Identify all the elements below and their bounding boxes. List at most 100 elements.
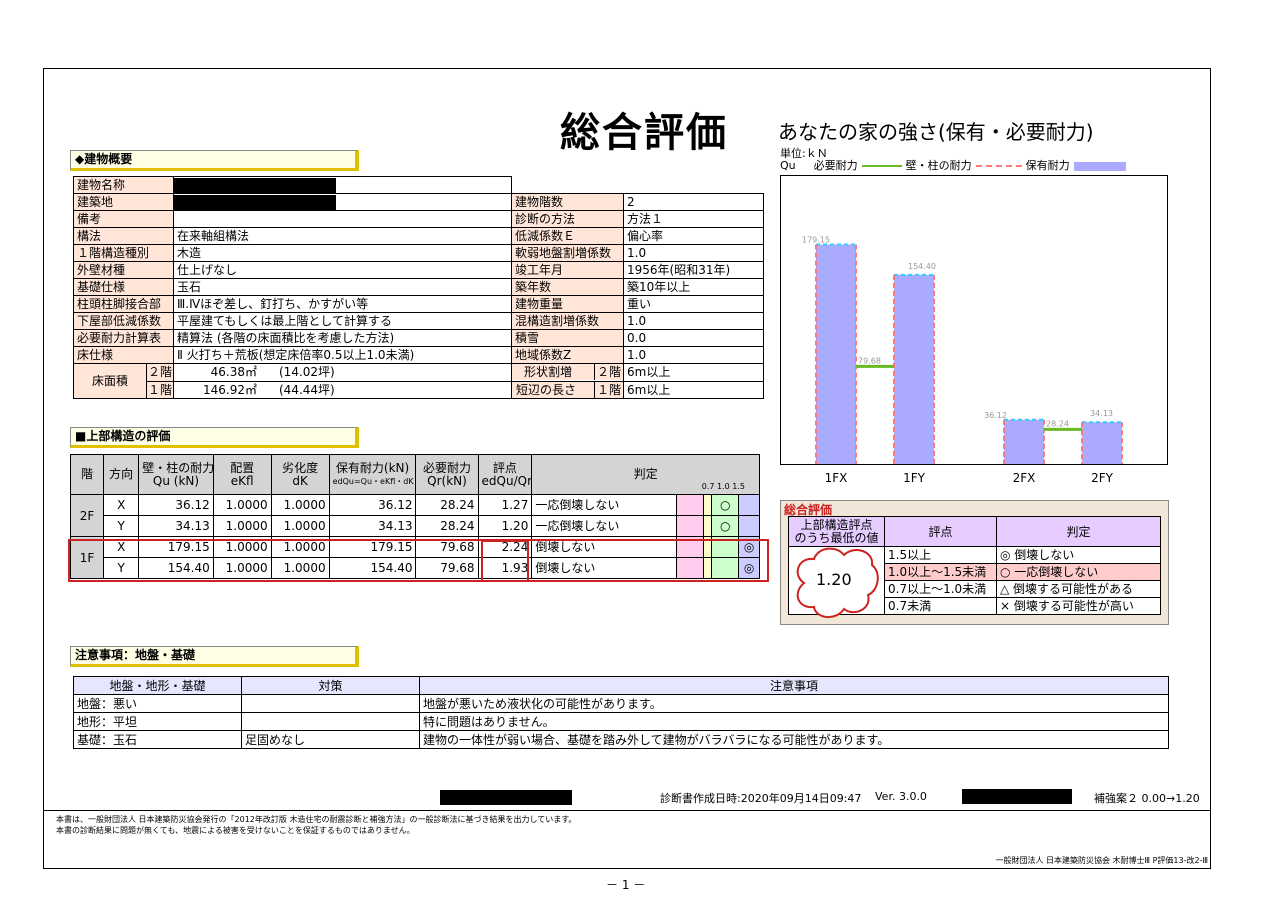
- floor1-area: 146.92㎡ (44.44坪): [173, 380, 512, 399]
- legend-required-line: [861, 165, 902, 167]
- footer-divider: [43, 810, 1211, 811]
- floor-area-label: 床面積: [74, 364, 147, 398]
- judge-mark-best: [738, 494, 760, 516]
- overview-label: 低減係数Ｅ: [511, 227, 624, 245]
- judge-mark-best: [738, 515, 760, 537]
- overview-value: 偏心率: [623, 227, 764, 245]
- overview-label: 建物重量: [511, 295, 624, 313]
- overview-row: 建築地 建物階数 2: [73, 193, 764, 211]
- overview-label: 築年数: [511, 278, 624, 296]
- overview-value: 精算法 (各階の床面積比を考慮した方法): [173, 329, 512, 347]
- overview-label: 混構造割増係数: [511, 312, 624, 330]
- required-label: 79.68: [858, 356, 881, 365]
- evaluation-section-title: ■上部構造の評価: [70, 427, 359, 448]
- overall-judgement: ○ 一応倒壊しない: [996, 563, 1161, 581]
- overview-label: 竣工年月: [511, 261, 624, 279]
- floor-label: 2F: [69, 494, 105, 537]
- overview-value-redacted: [173, 193, 512, 211]
- category-label: 2FY: [1091, 471, 1114, 485]
- placement-factor: 1.0000: [212, 494, 272, 516]
- overview-label: 床仕様: [73, 346, 174, 364]
- direction: Y: [103, 515, 140, 537]
- bar-holding: [816, 244, 856, 464]
- required-strength: 28.24: [415, 494, 479, 516]
- overview-row: 構法 在来軸組構法 低減係数Ｅ 偏心率: [73, 227, 764, 245]
- overview-label: 建築地: [73, 193, 174, 211]
- overview-value: 1956年(昭和31年): [623, 261, 764, 279]
- overview-label: 基礎仕様: [73, 278, 174, 296]
- overall-score-value: 1.20: [816, 570, 852, 589]
- score: 1.20: [477, 515, 533, 537]
- placement-factor: 1.0000: [212, 515, 272, 537]
- highlight-1f-score: [481, 540, 529, 582]
- overview-value: 1.0: [623, 244, 764, 262]
- page-number: － 1 －: [606, 878, 646, 892]
- legend-holding-swatch: [1073, 161, 1126, 171]
- chart-title: あなたの家の強さ(保有・必要耐力): [778, 120, 1094, 144]
- overview-value: [173, 210, 512, 228]
- highlight-1f: [68, 539, 769, 582]
- header-judgement: 判定 0.7 1.0 1.5: [531, 454, 760, 495]
- overview-row: 備考 診断の方法 方法１: [73, 210, 764, 228]
- note-caution: 地盤が悪いため液状化の可能性があります。: [419, 694, 1169, 713]
- overview-value: Ⅱ 火打ち＋荒板(想定床倍率0.5以上1.0未満): [173, 346, 512, 364]
- overview-value: 1.0: [623, 346, 764, 364]
- overview-row: 柱頭柱脚接合部 Ⅲ.Ⅳほぞ差し、釘打ち、かすがい等 建物重量 重い: [73, 295, 764, 313]
- evaluation-row: 2F X 36.12 1.0000 1.0000 36.12 28.24 1.27 一応倒壊しな…: [69, 494, 760, 537]
- bar-holding: [1082, 422, 1122, 464]
- overall-judgement: ◎ 倒壊しない: [996, 546, 1161, 564]
- note-row: 地形：平坦 特に問題はありません。: [73, 712, 1169, 731]
- overview-label: 積雪: [511, 329, 624, 347]
- note-condition: 地盤：悪い: [73, 694, 242, 713]
- overview-value: 方法１: [623, 210, 764, 228]
- judgement: 一応倒壊しない: [531, 515, 678, 537]
- holding-strength: 34.13: [328, 515, 417, 537]
- header-direction: 方向: [103, 454, 140, 495]
- overview-label: 備考: [73, 210, 174, 228]
- reinforcement-plan: 補強案２ 0.00→1.20: [1094, 792, 1200, 805]
- judgement: 一応倒壊しない: [531, 494, 678, 516]
- organization: 一般財団法人 日本建築防災協会 木耐博士Ⅲ P評価13-改2-Ⅲ: [995, 856, 1208, 865]
- degradation-factor: 1.0000: [270, 515, 330, 537]
- judge-mark-ok: ○: [711, 515, 740, 537]
- disclaimer: 本書は、一般財団法人 日本建築防災協会発行の「2012年改訂版 木造住宅の耐震診…: [56, 815, 577, 835]
- note-condition: 地形：平坦: [73, 712, 242, 731]
- note-caution: 建物の一体性が弱い場合、基礎を踏み外して建物がバラバラになる可能性があります。: [419, 730, 1169, 749]
- wall-strength: 34.13: [138, 515, 214, 537]
- bar-holding: [1004, 419, 1044, 464]
- header-degradation: 劣化度 dK: [270, 454, 330, 495]
- overview-label: 診断の方法: [511, 210, 624, 228]
- overview-label: 下屋部低減係数: [73, 312, 174, 330]
- overview-row: 床仕様 Ⅱ 火打ち＋荒板(想定床倍率0.5以上1.0未満) 地域係数Z 1.0: [73, 346, 764, 364]
- overview-value: 築10年以上: [623, 278, 764, 296]
- overview-row: １階構造種別 木造 軟弱地盤割増係数 1.0: [73, 244, 764, 262]
- page-title: 総合評価: [560, 110, 728, 156]
- overall-score-range: 0.7以上～1.0未満: [884, 580, 997, 598]
- notes-section-title: 注意事項：地盤・基礎: [70, 646, 359, 667]
- redacted-block: [440, 790, 572, 805]
- note-measure: 足固めなし: [241, 730, 420, 749]
- created-date: 診断書作成日時:2020年09月14日09:47: [660, 792, 862, 805]
- header-score: 評点 edQu/Qr: [477, 454, 533, 495]
- category-label: 1FY: [903, 471, 926, 485]
- overview-label: 必要耐力計算表: [73, 329, 174, 347]
- overview-value-redacted: [173, 176, 512, 194]
- category-label: 2FX: [1013, 471, 1036, 485]
- floor2-area: 46.38㎡ (14.02坪): [173, 363, 512, 382]
- overview-row: 基礎仕様 玉石 築年数 築10年以上: [73, 278, 764, 296]
- evaluation-row: Y 34.13 1.0000 1.0000 34.13 28.24 1.20 一応倒壊しない ○: [71, 515, 760, 537]
- bar-value-label: 34.13: [1090, 409, 1113, 418]
- overview-value: Ⅲ.Ⅳほぞ差し、釘打ち、かすがい等: [173, 295, 512, 313]
- note-measure: [241, 712, 420, 731]
- direction: X: [103, 494, 140, 516]
- overview-value: 玉石: [173, 278, 512, 296]
- overview-row: 建物名称: [73, 176, 764, 194]
- overview-label: 建物名称: [73, 176, 174, 194]
- overview-label: 建物階数: [511, 193, 624, 211]
- score: 1.27: [477, 494, 533, 516]
- holding-strength: 36.12: [328, 494, 417, 516]
- legend-wall-line: [975, 165, 1022, 167]
- judge-mark-ok: ○: [711, 494, 740, 516]
- header-floor: 階: [69, 454, 105, 495]
- overall-score-range: 1.0以上～1.5未満: [884, 563, 997, 581]
